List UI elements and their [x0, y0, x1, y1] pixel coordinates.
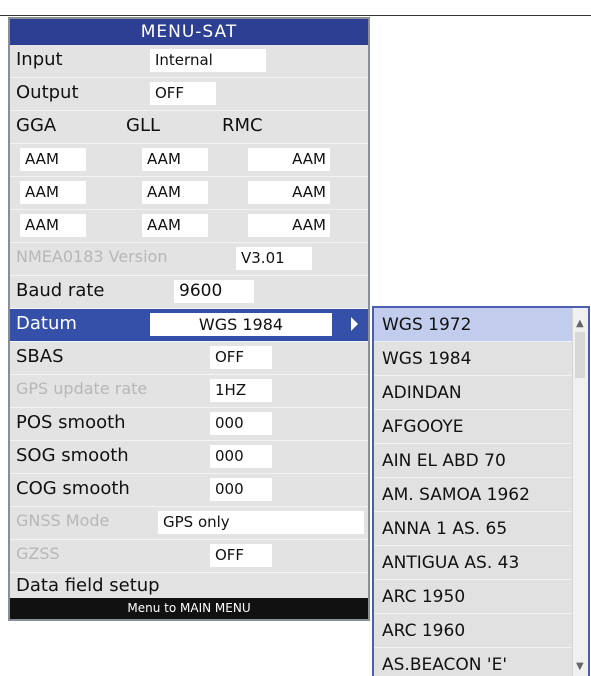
cog-smooth-value-field[interactable]: 000: [210, 478, 272, 501]
menu-row-sbas[interactable]: SBAS OFF: [10, 342, 368, 375]
baud-rate-label: Baud rate: [16, 280, 105, 301]
aam-field[interactable]: AAM: [248, 214, 330, 237]
arrow-down-icon[interactable]: ▼: [576, 661, 584, 672]
scroll-thumb[interactable]: [575, 332, 585, 378]
gll-label: GLL: [126, 115, 161, 136]
datum-options-list[interactable]: WGS 1972 WGS 1984 ADINDAN AFGOOYE AIN EL…: [372, 306, 590, 676]
menu-row-data-field-setup[interactable]: Data field setup: [10, 573, 368, 599]
data-field-setup-label: Data field setup: [16, 575, 160, 596]
aam-field[interactable]: AAM: [248, 148, 330, 171]
aam-field[interactable]: AAM: [142, 181, 208, 204]
datum-option[interactable]: WGS 1984: [374, 342, 572, 376]
datum-option[interactable]: AM. SAMOA 1962: [374, 478, 572, 512]
output-value-field[interactable]: OFF: [150, 82, 216, 105]
datum-option[interactable]: ADINDAN: [374, 376, 572, 410]
menu-row-output[interactable]: Output OFF: [10, 78, 368, 111]
menu-row-gnss-mode[interactable]: GNSS Mode GPS only: [10, 507, 368, 540]
input-value-field[interactable]: Internal: [150, 49, 266, 72]
gzss-value: OFF: [210, 544, 272, 567]
top-divider: [0, 15, 591, 16]
menu-row-sog-smooth[interactable]: SOG smooth 000: [10, 441, 368, 474]
gnss-mode-value-field[interactable]: GPS only: [158, 511, 364, 534]
menu-row-nmea-version: NMEA0183 Version V3.01: [10, 243, 368, 276]
menu-row-cog-smooth[interactable]: COG smooth 000: [10, 474, 368, 507]
chevron-right-icon: [351, 317, 358, 331]
nmea-version-label: NMEA0183 Version: [16, 247, 168, 266]
datum-option[interactable]: AIN EL ABD 70: [374, 444, 572, 478]
aam-field[interactable]: AAM: [20, 148, 86, 171]
menu-footer-hint: Menu to MAIN MENU: [10, 598, 368, 619]
datum-option[interactable]: ARC 1960: [374, 614, 572, 648]
baud-rate-value-field[interactable]: 9600: [174, 280, 254, 303]
cog-smooth-label: COG smooth: [16, 478, 130, 499]
aam-field[interactable]: AAM: [20, 181, 86, 204]
menu-row-datum[interactable]: Datum WGS 1984: [10, 309, 368, 342]
sog-smooth-label: SOG smooth: [16, 445, 129, 466]
datum-option[interactable]: AS.BEACON 'E': [374, 648, 572, 676]
output-label: Output: [16, 82, 79, 103]
menu-row-baud-rate[interactable]: Baud rate 9600: [10, 276, 368, 309]
menu-row-pos-smooth[interactable]: POS smooth 000: [10, 408, 368, 441]
pos-smooth-label: POS smooth: [16, 412, 126, 433]
sog-smooth-value-field[interactable]: 000: [210, 445, 272, 468]
arrow-up-icon[interactable]: ▲: [576, 318, 584, 329]
rmc-label: RMC: [222, 115, 263, 136]
sbas-value-field[interactable]: OFF: [210, 346, 272, 369]
datum-label: Datum: [16, 313, 77, 334]
sbas-label: SBAS: [16, 346, 64, 367]
pos-smooth-value-field[interactable]: 000: [210, 412, 272, 435]
aam-field[interactable]: AAM: [142, 148, 208, 171]
datum-option[interactable]: WGS 1972: [374, 308, 572, 342]
aam-field[interactable]: AAM: [142, 214, 208, 237]
aam-row: AAM AAM AAM: [10, 210, 368, 243]
datum-option[interactable]: AFGOOYE: [374, 410, 572, 444]
gnss-mode-label: GNSS Mode: [16, 511, 110, 530]
menu-title: MENU-SAT: [10, 19, 368, 45]
gzss-label: GZSS: [16, 544, 60, 563]
datum-option[interactable]: ANTIGUA AS. 43: [374, 546, 572, 580]
aam-row: AAM AAM AAM: [10, 177, 368, 210]
menu-row-gps-update-rate: GPS update rate 1HZ: [10, 375, 368, 408]
menu-row-gzss: GZSS OFF: [10, 540, 368, 573]
input-label: Input: [16, 49, 63, 70]
datum-list-scrollbar[interactable]: ▲ ▼: [572, 308, 588, 676]
nmea-version-value: V3.01: [236, 247, 312, 270]
gps-update-rate-label: GPS update rate: [16, 379, 148, 398]
aam-field[interactable]: AAM: [20, 214, 86, 237]
menu-sat-panel: MENU-SAT Input Internal Output OFF GGA G…: [8, 17, 370, 621]
aam-field[interactable]: AAM: [248, 181, 330, 204]
datum-value-field[interactable]: WGS 1984: [150, 313, 332, 336]
datum-option[interactable]: ARC 1950: [374, 580, 572, 614]
gga-label: GGA: [16, 115, 57, 136]
gps-update-rate-value: 1HZ: [210, 379, 272, 402]
datum-option[interactable]: ANNA 1 AS. 65: [374, 512, 572, 546]
menu-row-input[interactable]: Input Internal: [10, 45, 368, 78]
aam-row: AAM AAM AAM: [10, 144, 368, 177]
menu-row-sentences: GGA GLL RMC: [10, 111, 368, 144]
